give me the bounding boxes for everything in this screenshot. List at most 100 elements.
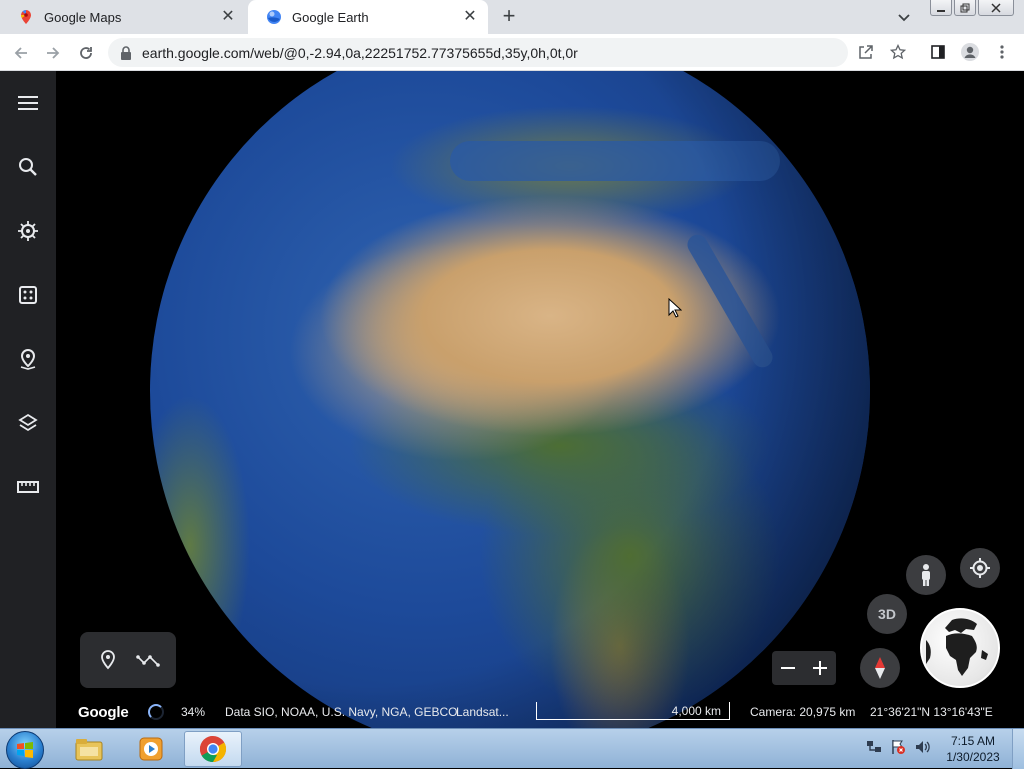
- google-earth-icon: [267, 10, 281, 24]
- system-tray: [866, 739, 932, 755]
- clock-time: 7:15 AM: [950, 734, 996, 748]
- loading-percent: 34%: [181, 705, 206, 719]
- windows-logo-icon: [17, 742, 33, 758]
- taskbar-media-player[interactable]: [122, 731, 180, 767]
- voyager-icon: [18, 221, 38, 241]
- minimize-button[interactable]: [930, 0, 952, 16]
- bookmark-button[interactable]: [888, 42, 908, 62]
- toggle-3d-button[interactable]: 3D: [867, 594, 907, 634]
- close-window-button[interactable]: [978, 0, 1014, 16]
- earth-viewport[interactable]: 3D Google 34% Data SIO, NOAA, U.S. Navy,…: [0, 71, 1024, 728]
- measure-button[interactable]: [14, 473, 42, 501]
- profile-button[interactable]: [960, 42, 980, 62]
- taskbar-chrome[interactable]: [184, 731, 242, 767]
- zoom-out-button[interactable]: [781, 654, 795, 682]
- zoom-controls: [772, 651, 836, 685]
- world-map-icon: [926, 618, 988, 676]
- projects-button[interactable]: [14, 345, 42, 373]
- windows-taskbar: 7:15 AM 1/30/2023: [0, 728, 1024, 769]
- compass-icon: [875, 657, 885, 679]
- address-bar[interactable]: earth.google.com/web/@0,-2.94,0a,2225175…: [108, 38, 848, 67]
- street-view-button[interactable]: [906, 555, 946, 595]
- google-logo: Google: [78, 703, 129, 721]
- minus-icon: [781, 667, 795, 669]
- close-tab-icon[interactable]: ✕: [462, 9, 478, 25]
- volume-icon[interactable]: [914, 739, 932, 755]
- chrome-icon: [199, 735, 227, 763]
- search-button[interactable]: [14, 153, 42, 181]
- reload-icon: [80, 47, 92, 59]
- clock-date: 1/30/2023: [946, 750, 1000, 764]
- pegman-icon: [922, 564, 930, 586]
- start-button[interactable]: [6, 731, 44, 769]
- restore-icon: [960, 3, 970, 12]
- show-desktop-button[interactable]: [1012, 729, 1024, 769]
- network-icon[interactable]: [866, 739, 882, 755]
- globe-3d-view[interactable]: [150, 71, 870, 728]
- dice-icon: [19, 286, 37, 304]
- close-icon: [991, 2, 1001, 13]
- star-icon: [890, 44, 906, 60]
- scale-label: 4,000 km: [671, 704, 721, 718]
- restore-button[interactable]: [954, 0, 976, 16]
- menu-button[interactable]: [14, 89, 42, 117]
- earth-status-bar: Google 34% Data SIO, NOAA, U.S. Navy, NG…: [56, 696, 1024, 728]
- taskbar-explorer[interactable]: [60, 731, 118, 767]
- add-placemark-button[interactable]: [96, 648, 120, 672]
- url-text: earth.google.com/web/@0,-2.94,0a,2225175…: [142, 44, 578, 61]
- share-icon: [859, 45, 873, 59]
- close-tab-icon[interactable]: ✕: [220, 9, 236, 25]
- side-panel-icon: [931, 45, 945, 59]
- ruler-icon: [17, 481, 39, 493]
- data-attribution-more[interactable]: Landsat...: [456, 705, 509, 719]
- browser-menu-button[interactable]: [992, 42, 1012, 62]
- lock-icon: [121, 45, 131, 60]
- more-vertical-icon: [1000, 45, 1004, 59]
- share-button[interactable]: [856, 42, 876, 62]
- feeling-lucky-button[interactable]: [14, 281, 42, 309]
- tab-title: Google Maps: [44, 9, 122, 25]
- data-attribution[interactable]: Data SIO, NOAA, U.S. Navy, NGA, GEBCO: [225, 705, 458, 719]
- plus-icon: [813, 661, 827, 675]
- new-tab-button[interactable]: +: [498, 5, 520, 28]
- arrow-right-icon: [47, 47, 60, 59]
- taskbar-clock[interactable]: 7:15 AM 1/30/2023: [938, 733, 1008, 765]
- mediterranean-sea: [450, 141, 780, 181]
- cursor-coordinates: 21°36'21"N 13°16'43"E: [870, 705, 993, 719]
- tab-google-maps[interactable]: Google Maps ✕: [0, 0, 246, 34]
- placemark-icon: [101, 650, 115, 670]
- draw-line-button[interactable]: [136, 648, 160, 672]
- my-location-button[interactable]: [960, 548, 1000, 588]
- map-style-button[interactable]: [14, 409, 42, 437]
- camera-altitude: Camera: 20,975 km: [750, 705, 856, 719]
- window-controls: [930, 0, 1014, 16]
- path-icon: [136, 655, 160, 667]
- google-maps-icon: [21, 9, 31, 24]
- forward-button[interactable]: [42, 42, 64, 64]
- overview-globe-minimap[interactable]: [920, 608, 1000, 688]
- reload-button[interactable]: [75, 42, 97, 64]
- red-sea: [683, 231, 777, 371]
- mouse-cursor-icon: [668, 298, 682, 318]
- layers-icon: [18, 413, 38, 432]
- menu-icon: [18, 96, 38, 110]
- earth-sidebar: [0, 71, 56, 728]
- voyager-button[interactable]: [14, 217, 42, 245]
- loading-spinner-icon: [148, 704, 164, 720]
- action-center-flag-icon[interactable]: [890, 739, 906, 755]
- drawing-tools: [80, 632, 176, 688]
- side-panel-button[interactable]: [928, 42, 948, 62]
- tab-strip: Google Maps ✕ Google Earth ✕ +: [0, 0, 1024, 34]
- tab-title: Google Earth: [292, 9, 369, 25]
- minimize-icon: [937, 9, 945, 12]
- windows-explorer-icon: [75, 739, 103, 761]
- zoom-in-button[interactable]: [813, 654, 827, 682]
- scale-bar[interactable]: 4,000 km: [536, 702, 730, 720]
- back-button[interactable]: [10, 42, 32, 64]
- chevron-down-icon[interactable]: [896, 9, 912, 25]
- my-location-icon: [970, 558, 990, 578]
- map-pin-icon: [20, 348, 36, 370]
- compass-button[interactable]: [860, 648, 900, 688]
- tab-google-earth[interactable]: Google Earth ✕: [248, 0, 488, 34]
- media-player-icon: [139, 737, 163, 761]
